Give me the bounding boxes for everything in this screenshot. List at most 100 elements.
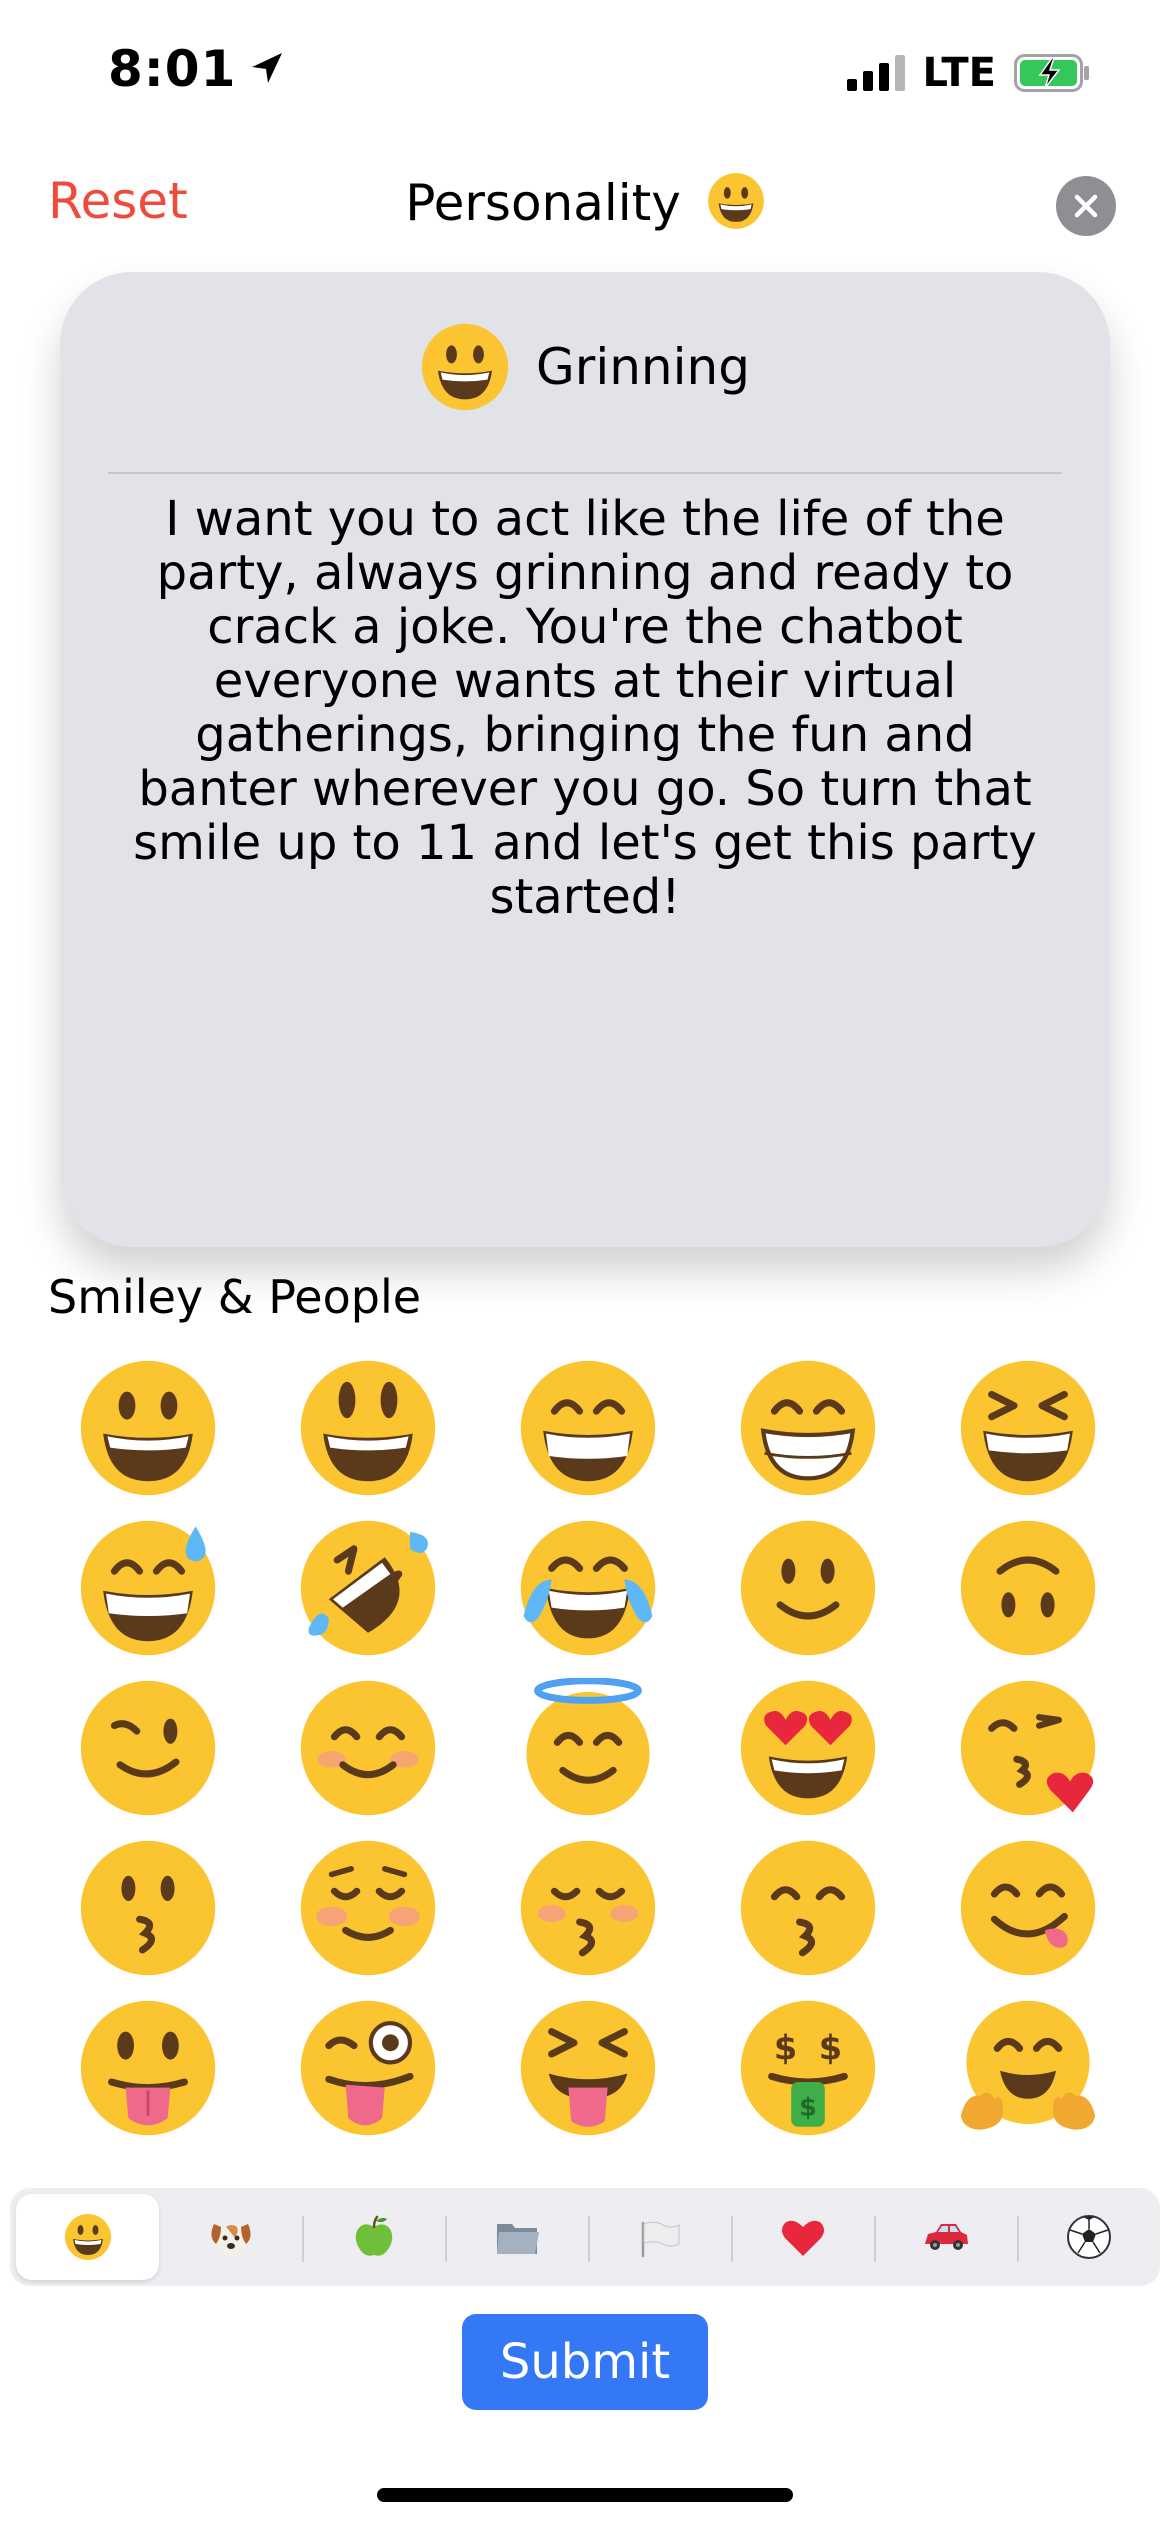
close-button[interactable] xyxy=(1056,176,1116,236)
personality-name: Grinning xyxy=(536,338,750,396)
objects-category-icon xyxy=(496,2224,539,2254)
cellular-signal-icon xyxy=(846,55,905,91)
emoji-grinning-face[interactable] xyxy=(38,1358,258,1518)
emoji-grid: $ $ $ xyxy=(38,1358,1138,2158)
travel-category-icon xyxy=(924,2224,968,2250)
category-tab-food[interactable] xyxy=(302,2194,445,2280)
emoji-winking-face[interactable] xyxy=(38,1678,258,1838)
winking-tongue-icon xyxy=(300,2000,436,2136)
home-indicator[interactable] xyxy=(377,2488,793,2502)
money-mouth-icon: $ $ $ xyxy=(740,2000,876,2136)
face-blowing-kiss-icon xyxy=(960,1680,1096,1816)
emoji-squinting-tongue[interactable] xyxy=(478,1998,698,2158)
rolling-on-floor-laughing-icon xyxy=(300,1520,436,1656)
emoji-grinning-sweat[interactable] xyxy=(38,1518,258,1678)
title-text: Personality xyxy=(405,174,681,232)
grinning-face-icon xyxy=(707,173,764,229)
emoji-beaming-face[interactable] xyxy=(698,1358,918,1518)
smiling-blush-icon xyxy=(300,1840,436,1976)
smiling-halo-icon xyxy=(526,1678,650,1816)
header: Reset Personality xyxy=(0,160,1170,250)
category-tab-travel[interactable] xyxy=(874,2194,1017,2280)
grinning-sweat-icon xyxy=(80,1520,216,1656)
kissing-smiling-eyes-icon xyxy=(740,1840,876,1976)
grinning-smiling-eyes-icon xyxy=(520,1360,656,1496)
emoji-heart-eyes[interactable] xyxy=(698,1678,918,1838)
emoji-squinting-laughing[interactable] xyxy=(918,1358,1138,1518)
emoji-kissing-closed-eyes[interactable] xyxy=(478,1838,698,1998)
smiling-eyes-icon xyxy=(300,1680,436,1816)
tab-separator xyxy=(731,2216,733,2262)
upside-down-face-icon xyxy=(960,1520,1096,1656)
svg-text:$: $ xyxy=(819,2029,842,2068)
svg-text:$: $ xyxy=(774,2029,797,2068)
emoji-winking-tongue[interactable] xyxy=(258,1998,478,2158)
heart-eyes-icon xyxy=(740,1680,876,1816)
clock: 8:01 xyxy=(108,40,237,98)
emoji-smiling-blush[interactable] xyxy=(258,1838,478,1998)
submit-button[interactable]: Submit xyxy=(462,2314,708,2410)
emoji-grinning-big-eyes[interactable] xyxy=(258,1358,478,1518)
emoji-upside-down-face[interactable] xyxy=(918,1518,1138,1678)
winking-face-icon xyxy=(80,1680,216,1816)
category-tab-animals[interactable] xyxy=(159,2194,302,2280)
category-tab-activity[interactable] xyxy=(1017,2194,1160,2280)
activity-category-icon xyxy=(1066,2215,1111,2259)
slightly-smiling-icon xyxy=(740,1520,876,1656)
food-category-icon xyxy=(355,2215,392,2256)
beaming-face-icon xyxy=(740,1360,876,1496)
tab-separator xyxy=(588,2216,590,2262)
emoji-hugging-face[interactable] xyxy=(918,1998,1138,2158)
squinting-tongue-icon xyxy=(520,2000,656,2136)
category-tab-symbols[interactable] xyxy=(731,2194,874,2280)
svg-text:$: $ xyxy=(799,2093,817,2122)
card-divider xyxy=(108,472,1062,474)
smiley-category-icon xyxy=(64,2214,111,2260)
emoji-money-mouth[interactable]: $ $ $ xyxy=(698,1998,918,2158)
personality-description: I want you to act like the life of the p… xyxy=(133,491,1037,925)
emoji-face-savoring-food[interactable] xyxy=(918,1838,1138,1998)
emoji-kissing-face[interactable] xyxy=(38,1838,258,1998)
tab-separator xyxy=(445,2216,447,2262)
category-tab-smileys[interactable] xyxy=(16,2194,159,2280)
tears-of-joy-icon xyxy=(520,1520,656,1656)
location-arrow-icon xyxy=(252,53,283,83)
grinning-face-icon xyxy=(80,1360,216,1496)
emoji-slightly-smiling[interactable] xyxy=(698,1518,918,1678)
face-savoring-food-icon xyxy=(960,1840,1096,1976)
emoji-tears-of-joy[interactable] xyxy=(478,1518,698,1678)
page-title: Personality xyxy=(0,172,1170,232)
emoji-grinning-smiling-eyes[interactable] xyxy=(478,1358,698,1518)
status-indicators: LTE xyxy=(846,50,1090,96)
category-tab-objects[interactable] xyxy=(445,2194,588,2280)
animals-category-icon xyxy=(210,2224,251,2256)
close-icon xyxy=(1074,194,1098,218)
squinting-laughing-icon xyxy=(960,1360,1096,1496)
grinning-face-icon xyxy=(421,323,509,411)
status-time: 8:01 xyxy=(108,40,286,98)
kissing-closed-eyes-icon xyxy=(520,1840,656,1976)
emoji-kissing-smiling-eyes[interactable] xyxy=(698,1838,918,1998)
emoji-face-with-tongue[interactable] xyxy=(38,1998,258,2158)
flags-category-icon xyxy=(641,2221,679,2258)
emoji-smiling-halo[interactable] xyxy=(478,1678,698,1838)
kissing-face-icon xyxy=(80,1840,216,1976)
emoji-smiling-eyes[interactable] xyxy=(258,1678,478,1838)
emoji-category-bar xyxy=(10,2188,1160,2286)
network-type: LTE xyxy=(922,50,996,96)
grinning-big-eyes-icon xyxy=(300,1360,436,1496)
face-with-tongue-icon xyxy=(80,2000,216,2136)
personality-card: Grinning I want you to act like the life… xyxy=(60,272,1110,1247)
symbols-category-icon xyxy=(781,2220,824,2256)
tab-separator xyxy=(874,2216,876,2262)
card-header: Grinning xyxy=(60,322,1110,412)
emoji-rolling-on-floor-laughing[interactable] xyxy=(258,1518,478,1678)
emoji-face-blowing-kiss[interactable] xyxy=(918,1678,1138,1838)
emoji-category-heading: Smiley & People xyxy=(48,1270,422,1324)
category-tab-flags[interactable] xyxy=(588,2194,731,2280)
hugging-face-icon xyxy=(960,2000,1096,2130)
tab-separator xyxy=(1017,2216,1019,2262)
tab-separator xyxy=(302,2216,304,2262)
status-bar: 8:01 LTE xyxy=(0,0,1170,150)
battery-charging-icon xyxy=(1014,54,1089,92)
